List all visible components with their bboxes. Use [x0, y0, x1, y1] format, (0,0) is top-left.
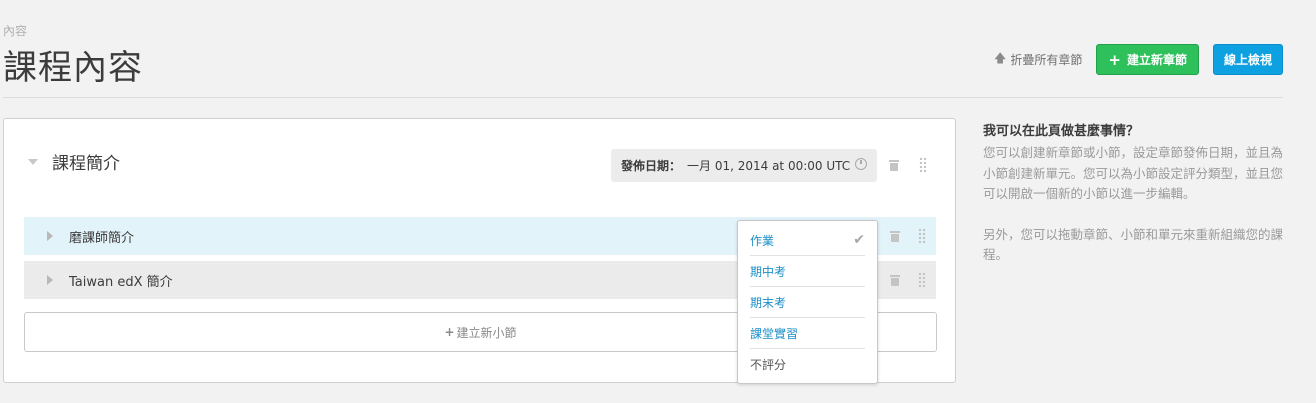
grading-option-final[interactable]: 期末考	[750, 287, 865, 318]
expand-subsection-icon[interactable]	[47, 275, 53, 285]
grading-option-label: 作業	[750, 233, 775, 248]
section-delete-icon[interactable]	[889, 160, 899, 171]
release-date-value: 一月 01, 2014 at 00:00 UTC	[687, 159, 851, 173]
grading-option-label: 期中考	[750, 264, 787, 279]
page-title: 課程內容	[3, 48, 143, 88]
grading-option-assignment[interactable]: 作業 ✔	[750, 225, 865, 256]
grading-option-label: 課堂實習	[750, 326, 799, 341]
subsection-drag-handle-icon[interactable]	[918, 272, 926, 288]
help-paragraph: 您可以創建新章節或小節，設定章節發佈日期，並且為小節創建新單元。您可以為小節設定…	[983, 145, 1284, 201]
checkmark-icon: ✔	[853, 232, 865, 248]
arrow-up-icon: 🡅	[994, 51, 1007, 65]
expand-toggle-icon[interactable]	[28, 158, 38, 165]
header-divider	[3, 97, 1283, 98]
breadcrumb: 內容	[3, 24, 28, 38]
plus-icon: +	[1108, 50, 1121, 69]
view-live-label: 線上檢視	[1223, 53, 1272, 67]
clock-icon[interactable]	[855, 158, 867, 170]
release-date-label: 發佈日期：	[621, 159, 682, 173]
new-section-button[interactable]: + 建立新章節	[1096, 44, 1199, 75]
help-sidebar: 我可以在此頁做甚麼事情？ 您可以創建新章節或小節，設定章節發佈日期，並且為小節創…	[983, 120, 1283, 266]
grading-option-not-graded[interactable]: 不評分	[750, 349, 865, 380]
release-date-box[interactable]: 發佈日期： 一月 01, 2014 at 00:00 UTC	[611, 149, 877, 182]
grading-option-label: 不評分	[750, 358, 787, 372]
plus-icon: +	[444, 325, 455, 339]
help-title: 我可以在此頁做甚麼事情？	[983, 124, 1140, 139]
section-drag-handle-icon[interactable]	[919, 157, 927, 173]
grading-option-midterm[interactable]: 期中考	[750, 256, 865, 287]
new-subsection-label: 建立新小節	[456, 325, 517, 340]
grading-type-dropdown: 作業 ✔ 期中考 期末考 課堂實習 不評分	[737, 220, 878, 384]
header-actions: 🡅 折疊所有章節 + 建立新章節 線上檢視	[994, 44, 1283, 75]
section-header: 課程簡介	[28, 149, 120, 174]
grading-option-lab[interactable]: 課堂實習	[750, 318, 865, 349]
subsection-drag-handle-icon[interactable]	[918, 228, 926, 244]
expand-subsection-icon[interactable]	[47, 231, 53, 241]
subsection-label[interactable]: 磨課師簡介	[69, 227, 134, 246]
subsection-label[interactable]: Taiwan edX 簡介	[69, 271, 173, 290]
grading-option-label: 期末考	[750, 295, 787, 310]
collapse-all-label: 折疊所有章節	[1010, 53, 1083, 67]
help-paragraph: 另外，您可以拖動章節、小節和單元來重新組織您的課程。	[983, 226, 1284, 263]
subsection-delete-icon[interactable]	[890, 275, 900, 286]
new-section-label: 建立新章節	[1126, 53, 1187, 67]
view-live-button[interactable]: 線上檢視	[1212, 44, 1283, 75]
collapse-all-link[interactable]: 🡅 折疊所有章節	[994, 49, 1082, 70]
subsection-delete-icon[interactable]	[890, 231, 900, 242]
section-title[interactable]: 課程簡介	[52, 149, 120, 174]
